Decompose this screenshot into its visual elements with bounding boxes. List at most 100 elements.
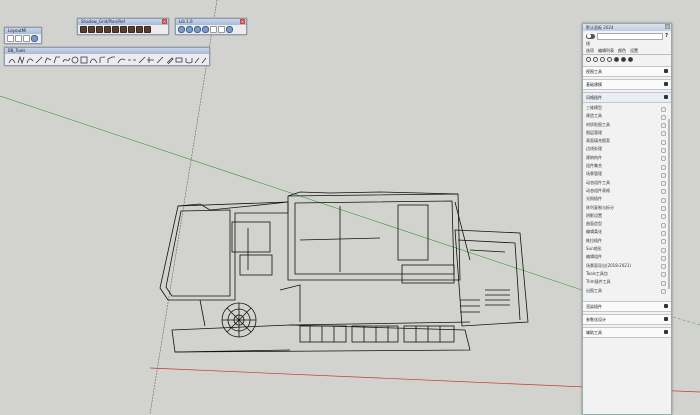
section-label: 基础建模 [586,82,602,87]
list-item[interactable]: 场景管理 [586,170,671,179]
list-item[interactable]: 曲面造型 [586,220,671,228]
list-item[interactable]: 建造工具 [586,112,671,121]
lock-icon[interactable] [664,329,668,334]
tab-settings[interactable]: 设置 [630,47,638,54]
globe-icon[interactable] [31,35,38,42]
move-icon[interactable] [600,57,605,62]
shadow-icon-8[interactable] [136,26,143,33]
list-item[interactable]: 边线处理 [586,145,671,154]
shadow-icon-7[interactable] [128,26,135,33]
enable-toggle[interactable] [586,33,595,39]
tab-color[interactable]: 颜色 [618,47,626,54]
tray-tabs: 选项 编辑列表 颜色 设置 [583,47,671,55]
add-icon[interactable] [586,57,591,62]
search-input[interactable] [597,32,664,40]
shadow-toolbar-title: Shadow_Grid/Plan/Ref [81,19,125,24]
play-icon[interactable] [210,26,217,33]
toolbar-title: Lib 1.0 × [176,19,246,25]
shadow-icon-3[interactable] [96,26,103,33]
lock-icon[interactable] [664,82,668,86]
list-item[interactable]: 三维模型 [586,104,671,112]
info-icon[interactable] [628,57,633,62]
tray-title: 默认面板 2024 × [583,24,671,31]
list-item[interactable]: 建筑构件 [586,154,671,162]
orbit-icon[interactable] [178,26,185,33]
shadow-icon-1[interactable] [80,26,87,33]
list-item[interactable]: 材质贴图工具 [586,121,671,129]
close-icon[interactable]: × [665,24,670,29]
magnet-icon [185,58,193,64]
section-label: 视图工具 [586,69,602,74]
list-item[interactable]: 阵列复制与拆分 [586,204,671,212]
lock-icon[interactable] [664,95,668,99]
section-view-tools[interactable]: 视图工具 [583,66,671,77]
section-basic-modeling[interactable]: 基础建模 [583,79,671,90]
close-icon[interactable]: × [162,19,167,24]
layers-icon[interactable] [23,35,30,42]
grid-icon[interactable] [202,26,209,33]
list-item[interactable]: 推拉插件 [586,237,671,245]
chamfer-icon [107,56,115,63]
tray-title-text: 默认面板 2024 [586,25,614,30]
list-item[interactable]: 编辑组件 [586,253,671,262]
shadow-icon-2[interactable] [88,26,95,33]
tray-scrollbar[interactable] [668,119,670,289]
shadow-toolbar: Shadow_Grid/Plan/Ref × [77,18,169,35]
bend-icon [53,56,60,64]
list-item[interactable]: Sun地形 [586,245,671,253]
shadow-icon-6[interactable] [120,26,127,33]
lock-icon[interactable] [614,57,619,62]
arc-icon [8,59,16,64]
toolbar-title: Shadow_Grid/Plan/Ref × [78,19,168,25]
list-item[interactable]: 场景面导出(2018-2021) [586,262,671,270]
list-item[interactable]: 图层管理 [586,129,671,137]
join-icon [117,58,126,64]
brush2-icon [201,57,207,64]
list-item[interactable]: 表面填充图案 [586,137,671,145]
pen-icon [166,57,174,64]
lock-icon[interactable] [664,69,668,73]
close-icon[interactable]: × [240,19,245,24]
erase-icon [175,57,183,63]
line-icon [35,56,43,64]
lock-icon[interactable] [664,316,668,321]
list-item[interactable]: Trim插件工具 [586,278,671,287]
shadow-icon-4[interactable] [104,26,111,33]
list-item[interactable]: 编辑柔化 [586,228,671,237]
shadow-icon-5[interactable] [112,26,119,33]
list-item[interactable]: 阴影设置 [586,212,671,220]
curve-icon [26,58,34,64]
tab-options[interactable]: 选项 [586,47,594,54]
list-item[interactable]: 光照插件 [586,195,671,204]
section-parametric[interactable]: 参数化设计 [583,313,671,325]
list-item[interactable]: 动态组件工具 [586,179,671,187]
section-helpers[interactable]: 辅助工具 [583,326,671,338]
section-render-plugins[interactable]: 渲染插件 [583,300,671,312]
polyline-icon [44,57,52,64]
stop-icon[interactable] [218,26,225,33]
walk-icon[interactable] [194,26,201,33]
export-icon[interactable] [621,57,626,62]
tab-edit-list[interactable]: 编辑列表 [598,47,614,54]
list-item[interactable]: 出图工具 [586,287,671,295]
refresh-icon[interactable] [226,26,233,33]
list-item[interactable]: 动态组件表格 [586,187,671,195]
frame-icon[interactable] [15,35,22,42]
green-axis [0,95,583,291]
zigzag-icon [17,55,25,64]
help-icon[interactable]: ? [665,33,668,39]
list-item[interactable]: Tools工具包 [586,270,671,278]
section-style-plugins[interactable]: 风格插件 [583,92,671,103]
shadow-icon-9[interactable] [144,26,151,33]
list-item[interactable]: 组件集合 [586,162,671,170]
view-toolbar-title: Lib 1.0 [179,19,193,24]
copy-icon[interactable] [593,57,598,62]
lock-icon[interactable] [664,303,668,308]
extend-icon [138,56,146,64]
toolbar-title: LayoutMl [5,28,41,34]
drawing-tools-strip[interactable] [7,55,207,64]
pan-icon[interactable] [186,26,193,33]
edit-icon[interactable] [607,57,612,62]
page-icon[interactable] [7,35,14,42]
spline-icon [62,57,71,63]
